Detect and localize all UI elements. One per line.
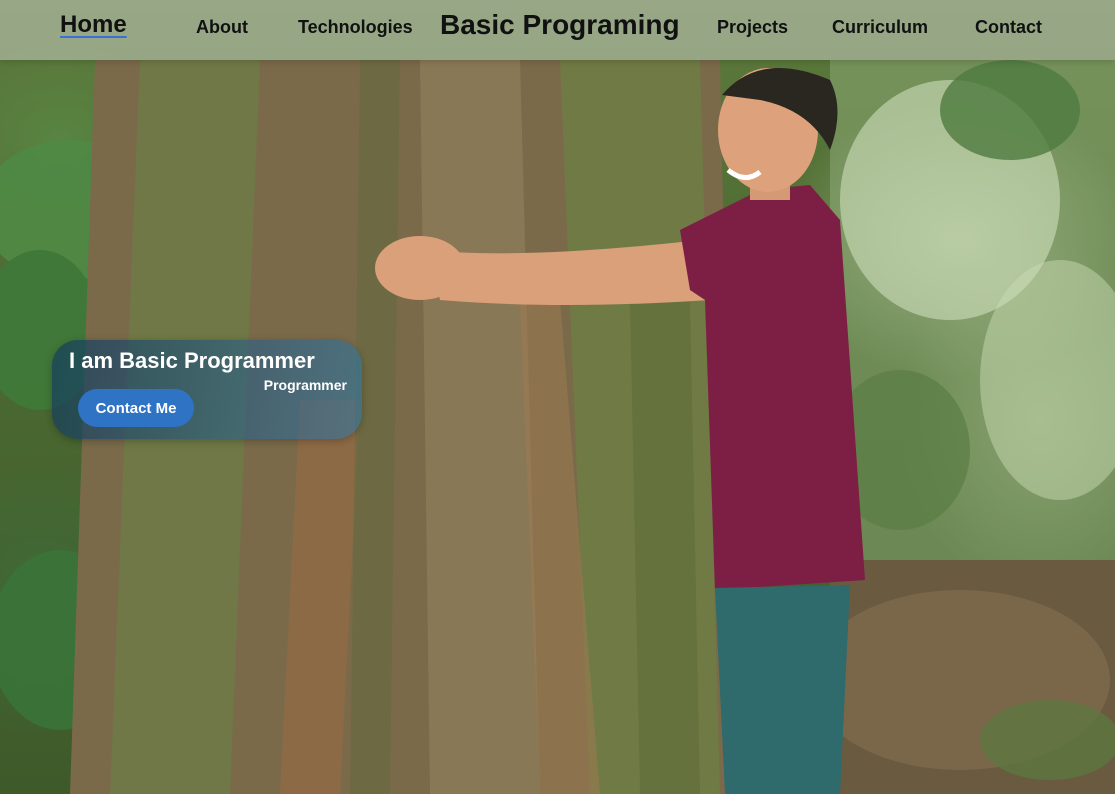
site-brand-title: Basic Programing [440,9,680,40]
nav-link-technologies[interactable]: Technologies [298,17,413,38]
intro-subheading: Programmer [263,377,347,393]
nav-link-home[interactable]: Home [60,11,127,39]
nav-link-contact[interactable]: Contact [975,17,1042,38]
contact-me-button[interactable]: Contact Me [78,389,194,427]
foliage-right [810,60,1115,794]
nav-link-projects[interactable]: Projects [717,17,788,38]
top-navbar: Home About Technologies Basic Programing… [0,0,1115,60]
nav-link-curriculum[interactable]: Curriculum [832,17,928,38]
intro-card: I am Basic Programmer Programmer Contact… [52,340,362,439]
nav-link-about[interactable]: About [196,17,248,38]
page: Home About Technologies Basic Programing… [0,0,1115,794]
intro-heading: I am Basic Programmer [69,348,315,373]
